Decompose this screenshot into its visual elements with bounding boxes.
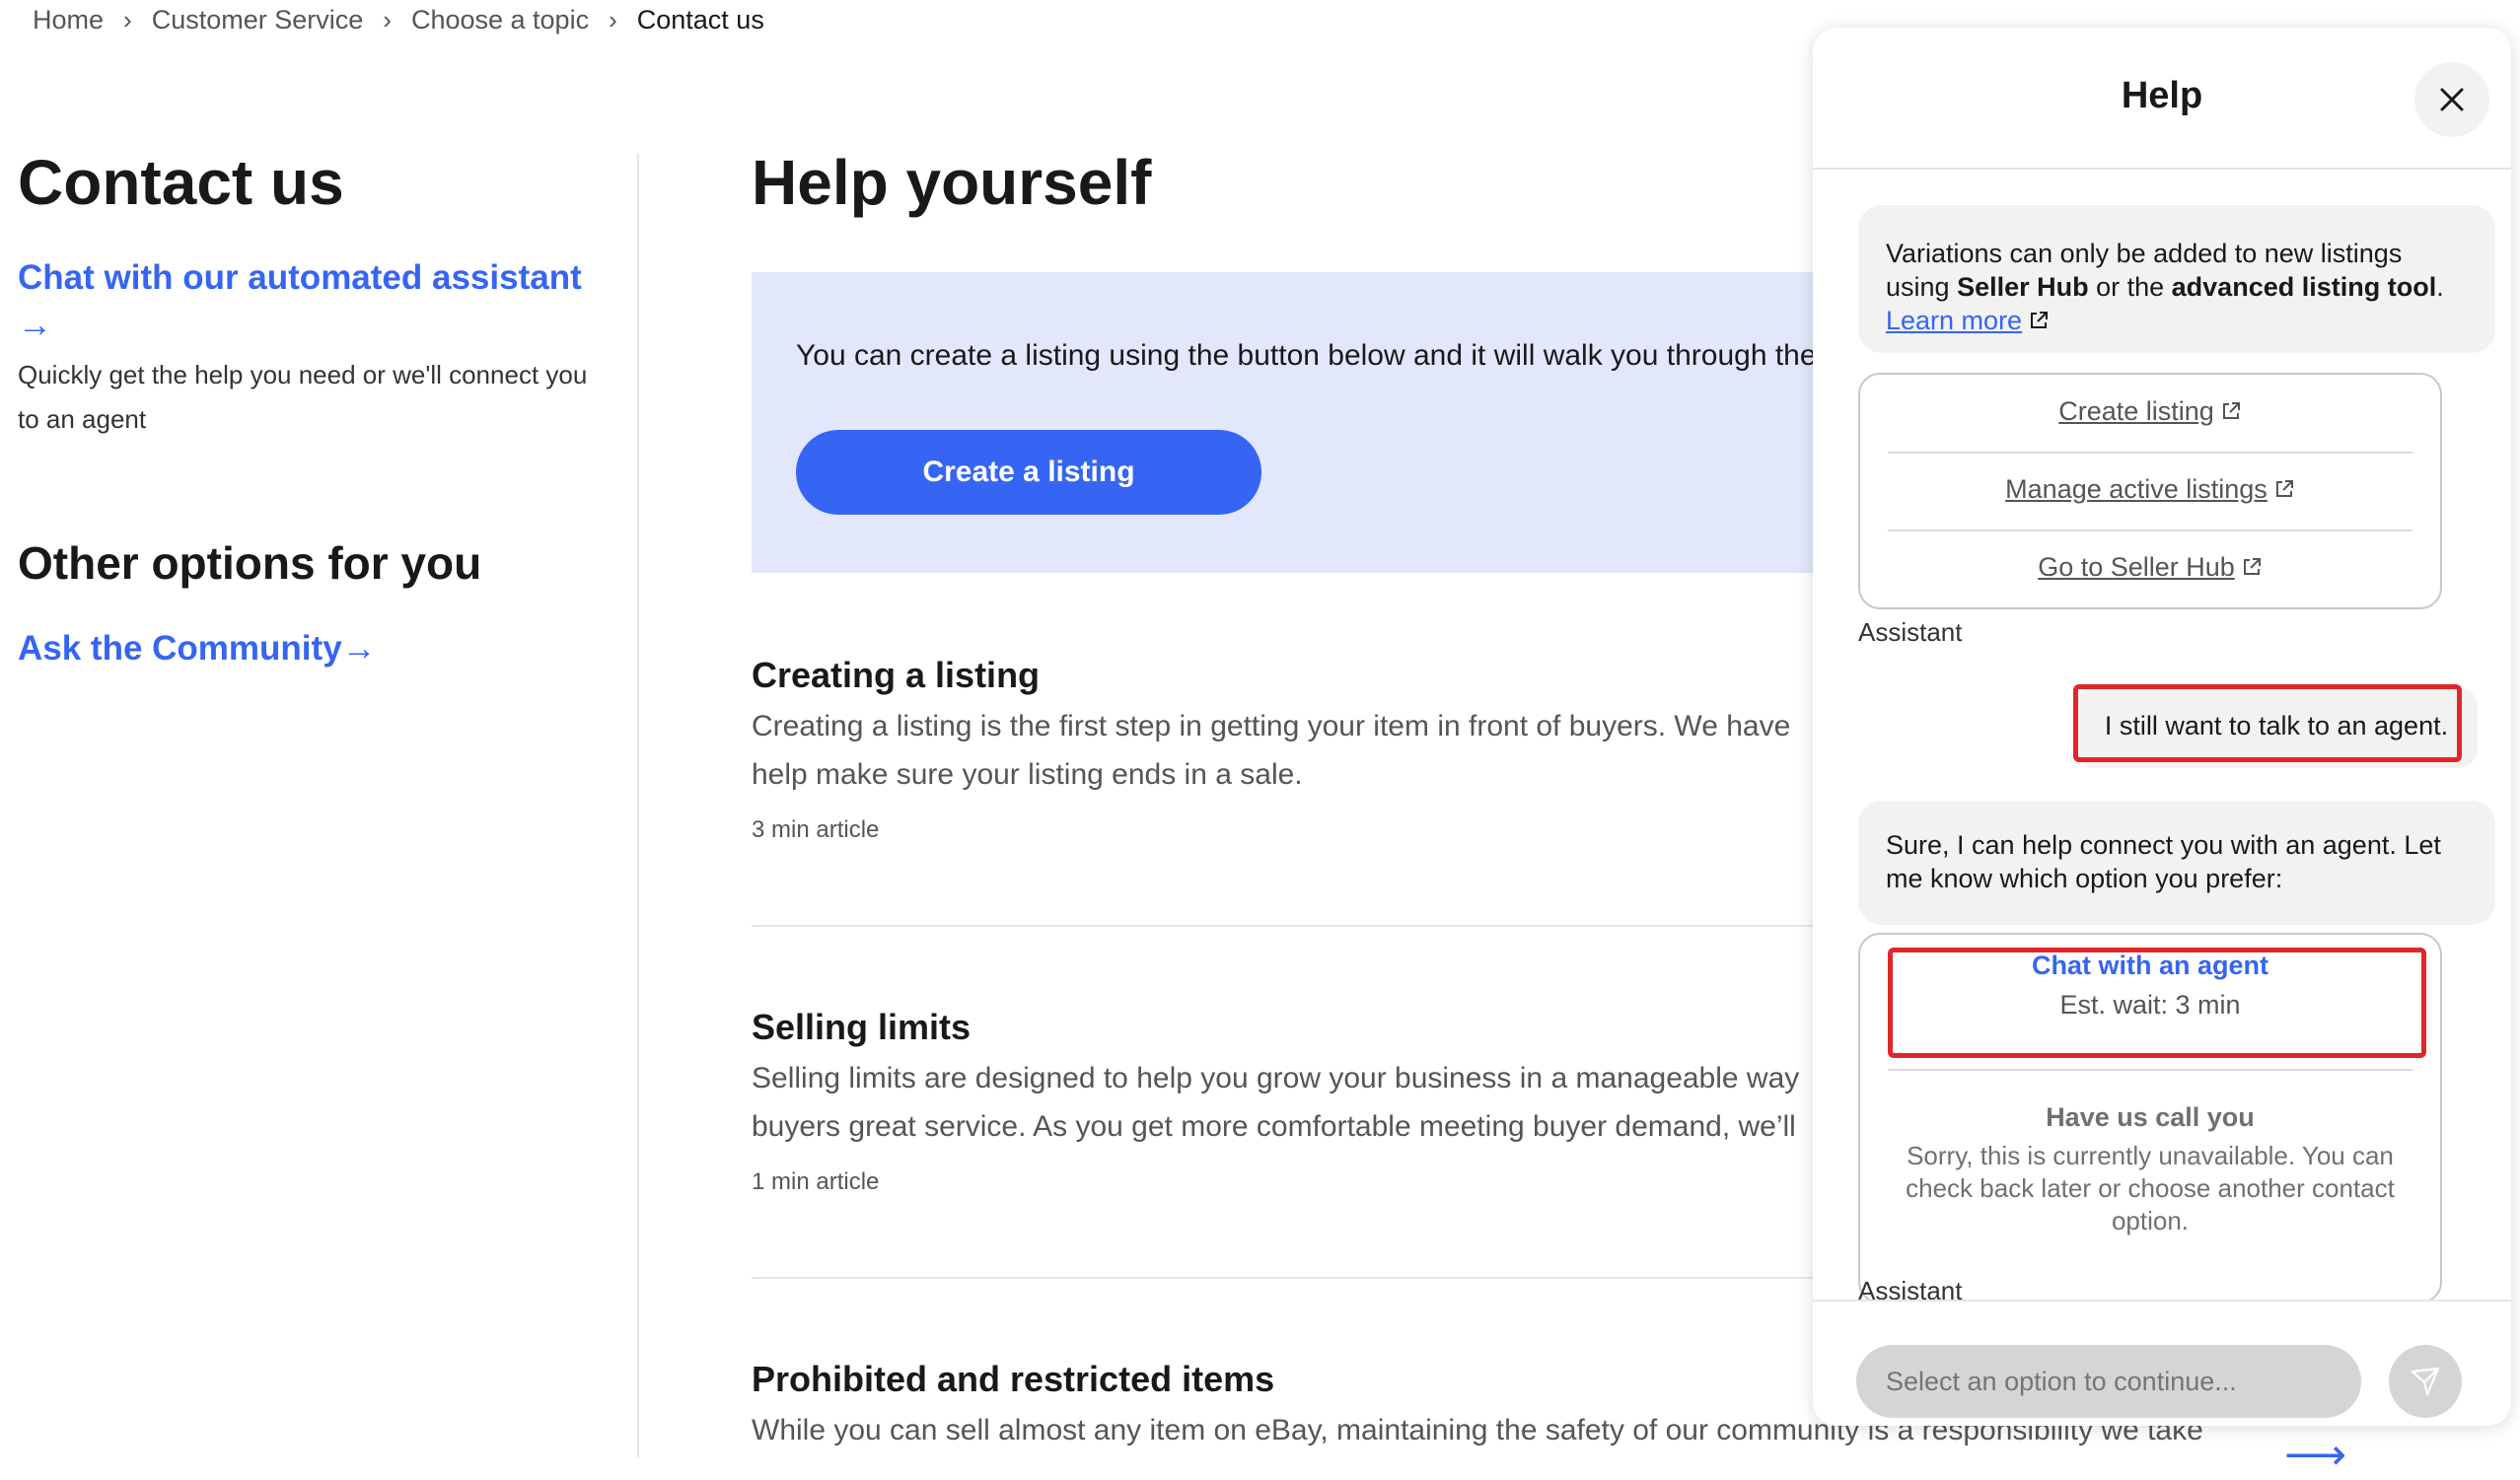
article-summary-line: help make sure your listing ends in a sa… — [752, 758, 1303, 791]
external-link-icon — [2243, 558, 2261, 575]
create-listing-banner: You can create a listing using the butto… — [752, 272, 1876, 573]
breadcrumb: Home › Customer Service › Choose a topic… — [33, 0, 764, 39]
manage-active-listings-link[interactable]: Manage active listings — [1860, 474, 2440, 505]
ask-community-label: Ask the Community — [18, 629, 342, 669]
message-bold-text: Seller Hub — [1957, 272, 2089, 302]
send-button[interactable] — [2389, 1345, 2462, 1418]
message-bold-text: advanced listing tool — [2171, 272, 2437, 302]
have-us-call-you-option: Have us call you — [2046, 1102, 2255, 1132]
highlight-box — [1888, 948, 2426, 1058]
close-icon — [2440, 88, 2464, 111]
external-link-icon — [2031, 312, 2049, 328]
breadcrumb-customer-service[interactable]: Customer Service — [152, 5, 364, 35]
link-label: Create listing — [2058, 396, 2214, 426]
arrow-right-icon[interactable]: ⟶ — [2284, 1430, 2346, 1480]
page-title: Contact us — [18, 147, 344, 218]
assistant-message: Variations can only be added to new list… — [1858, 205, 2495, 353]
help-panel-title: Help — [2121, 75, 2203, 116]
chat-assistant-description: Quickly get the help you need or we'll c… — [18, 360, 588, 435]
chat-transcript[interactable]: Variations can only be added to new list… — [1813, 170, 2511, 1300]
arrow-right-icon: → — [341, 629, 377, 669]
article-summary: Selling limits are designed to help you … — [752, 1054, 1813, 1151]
highlight-box — [2073, 684, 2462, 762]
call-unavailable-message: Sorry, this is currently unavailable. Yo… — [1906, 1141, 2395, 1235]
divider — [1888, 1069, 2412, 1071]
other-options-heading: Other options for you — [18, 537, 482, 590]
chat-input[interactable] — [1856, 1345, 2361, 1418]
article-summary-line: Selling limits are designed to help you … — [752, 1062, 1800, 1094]
help-panel-header: Help — [1813, 28, 2511, 170]
assistant-message: Sure, I can help connect you with an age… — [1858, 801, 2495, 925]
chat-assistant-link-label: Chat with our automated assistant — [18, 258, 582, 298]
chevron-right-icon: › — [383, 4, 392, 35]
column-divider — [637, 154, 639, 1457]
link-label: Go to Seller Hub — [2038, 552, 2235, 582]
chevron-right-icon: › — [609, 4, 617, 35]
create-listing-link[interactable]: Create listing — [1860, 396, 2440, 427]
arrow-right-icon: → — [18, 306, 52, 345]
link-label: Manage active listings — [2005, 474, 2268, 504]
chat-input-bar — [1813, 1300, 2511, 1426]
article-summary-line: Creating a listing is the first step in … — [752, 710, 1791, 742]
breadcrumb-choose-topic[interactable]: Choose a topic — [411, 5, 589, 35]
create-listing-button[interactable]: Create a listing — [796, 430, 1261, 515]
banner-text: You can create a listing using the butto… — [796, 339, 1876, 372]
divider — [752, 925, 1836, 927]
message-text: . — [2436, 272, 2444, 302]
divider — [752, 1277, 1836, 1279]
breadcrumb-home[interactable]: Home — [33, 5, 104, 35]
sender-label: Assistant — [1858, 617, 1963, 647]
chevron-right-icon: › — [123, 4, 132, 35]
quick-links-card: Create listing Manage active listings Go… — [1858, 373, 2442, 609]
close-button[interactable] — [2414, 62, 2489, 137]
external-link-icon — [2275, 480, 2293, 497]
article-summary-line: buyers great service. As you get more co… — [752, 1110, 1796, 1143]
breadcrumb-current: Contact us — [636, 4, 764, 35]
contact-options-column: Contact us Chat with our automated assis… — [18, 148, 610, 669]
article-summary: Creating a listing is the first step in … — [752, 702, 1813, 799]
divider — [1888, 529, 2412, 531]
ask-community-link[interactable]: Ask the Community→ — [18, 629, 610, 669]
external-link-icon — [2222, 402, 2240, 419]
help-chat-panel: Help Variations can only be added to new… — [1813, 28, 2511, 1426]
chat-assistant-link[interactable]: Chat with our automated assistant → — [18, 254, 610, 349]
learn-more-link[interactable]: Learn more — [1886, 306, 2022, 335]
sender-label: Assistant — [1858, 1276, 1963, 1300]
message-text: or the — [2088, 272, 2172, 302]
send-icon — [2411, 1367, 2440, 1396]
divider — [1888, 452, 2412, 454]
go-to-seller-hub-link[interactable]: Go to Seller Hub — [1860, 552, 2440, 583]
